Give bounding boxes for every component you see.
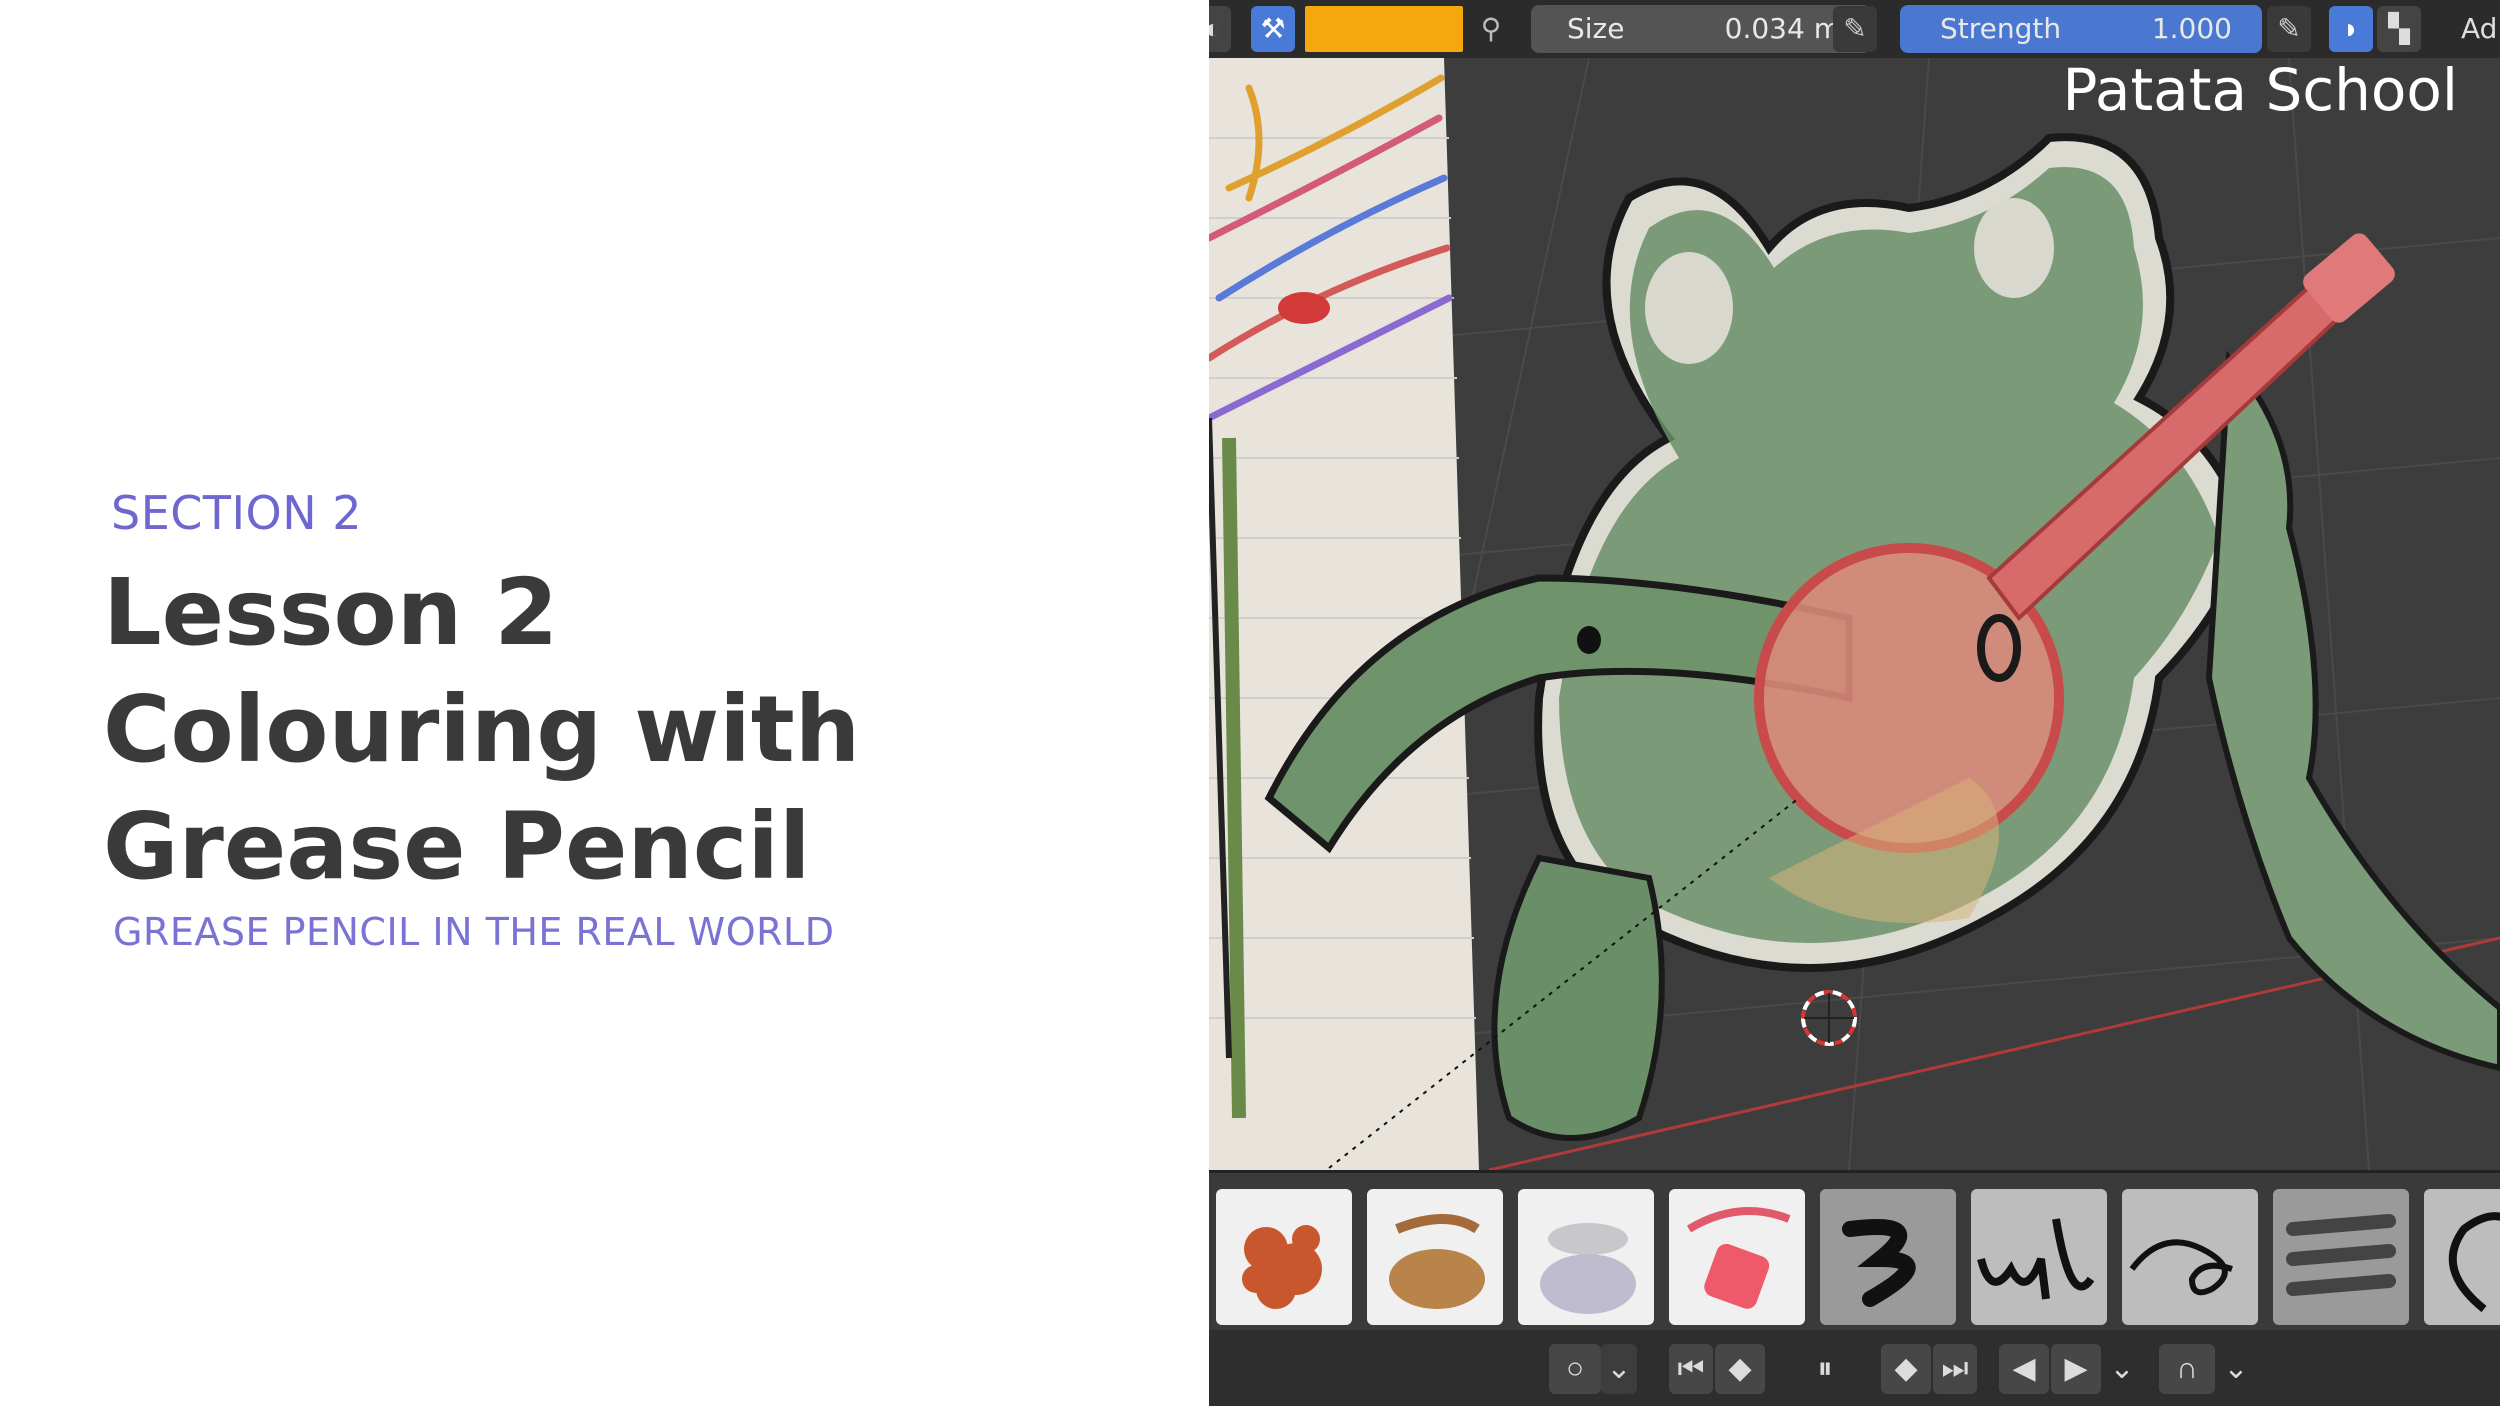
blender-viewport[interactable]: ◐ ⚒ ⚲ Size 0.034 m ✎ Strength 1.000 ✎ ◗ …: [1209, 0, 2500, 1406]
playback-dropdown-icon[interactable]: ⌄: [2103, 1344, 2141, 1394]
lesson-title-line-1: Lesson 2: [103, 559, 559, 666]
brush-thumb-airbrush-grey[interactable]: [1518, 1189, 1654, 1325]
pin-icon[interactable]: ⚲: [1469, 6, 1513, 52]
grease-pencil-drawing[interactable]: [1209, 58, 2500, 1170]
strength-label: Strength: [1940, 12, 2062, 45]
auto-key-dropdown-icon[interactable]: ⌄: [1601, 1344, 1637, 1394]
prev-keyframe-icon[interactable]: ◆: [1715, 1344, 1765, 1394]
header-truncated-label[interactable]: Ad: [2461, 5, 2497, 53]
fill-mode-icon[interactable]: ▚: [2377, 6, 2421, 52]
brush-thumb-loop-partial[interactable]: [2424, 1189, 2500, 1325]
next-frame-icon[interactable]: ▶: [2051, 1344, 2101, 1394]
size-label: Size: [1567, 12, 1625, 45]
auto-key-icon[interactable]: ○: [1549, 1344, 1601, 1394]
active-color-swatch[interactable]: [1305, 6, 1463, 52]
brush-thumb-ink-pen-black[interactable]: [1820, 1189, 1956, 1325]
playback-controls: ○ ⌄ ⏮ ◆ ⏸ ◆ ⏭ ◀ ▶ ⌄ ∩ ⌄: [1209, 1330, 2500, 1406]
size-field[interactable]: Size 0.034 m: [1531, 5, 1871, 53]
brush-thumb-marker-stripes[interactable]: [2273, 1189, 2409, 1325]
brush-thumb-pencil-script[interactable]: [1971, 1189, 2107, 1325]
section-label: SECTION 2: [111, 486, 363, 540]
brush-thumb-texture-orange[interactable]: [1216, 1189, 1352, 1325]
brush-thumb-marker-brown[interactable]: [1367, 1189, 1503, 1325]
snap-dropdown-icon[interactable]: ⌄: [2217, 1344, 2255, 1394]
brush-thumb-ink-red[interactable]: [1669, 1189, 1805, 1325]
lesson-subtitle: GREASE PENCIL IN THE REAL WORLD: [113, 910, 835, 954]
pause-icon[interactable]: ⏸: [1797, 1344, 1853, 1394]
next-keyframe-icon[interactable]: ◆: [1881, 1344, 1931, 1394]
sphere-icon[interactable]: ◐: [1209, 6, 1231, 52]
size-pressure-icon[interactable]: ✎: [1833, 6, 1877, 52]
tool-header: ◐ ⚒ ⚲ Size 0.034 m ✎ Strength 1.000 ✎ ◗ …: [1209, 0, 2500, 58]
brush-asset-shelf: [1209, 1170, 2500, 1330]
lesson-title-line-3: Grease Pencil: [103, 793, 811, 900]
prev-frame-icon[interactable]: ◀: [1999, 1344, 2049, 1394]
watermark: Patata School: [2062, 56, 2458, 124]
magnet-snap-icon[interactable]: ∩: [2159, 1344, 2215, 1394]
jump-start-icon[interactable]: ⏮: [1669, 1344, 1713, 1394]
lesson-title: Lesson 2 Colouring with Grease Pencil: [103, 554, 1103, 905]
stroke-mode-icon[interactable]: ◗: [2329, 6, 2373, 52]
slide-text-panel: SECTION 2 Lesson 2 Colouring with Grease…: [0, 0, 1209, 1406]
strength-field[interactable]: Strength 1.000: [1900, 5, 2262, 53]
strength-value: 1.000: [2151, 12, 2232, 45]
lesson-title-line-2: Colouring with: [103, 676, 861, 783]
size-value: 0.034 m: [1724, 12, 1841, 45]
brush-tool-icon[interactable]: ⚒: [1251, 6, 1295, 52]
brush-thumb-scribble-black[interactable]: [2122, 1189, 2258, 1325]
strength-pressure-icon[interactable]: ✎: [2267, 6, 2311, 52]
jump-end-icon[interactable]: ⏭: [1933, 1344, 1977, 1394]
